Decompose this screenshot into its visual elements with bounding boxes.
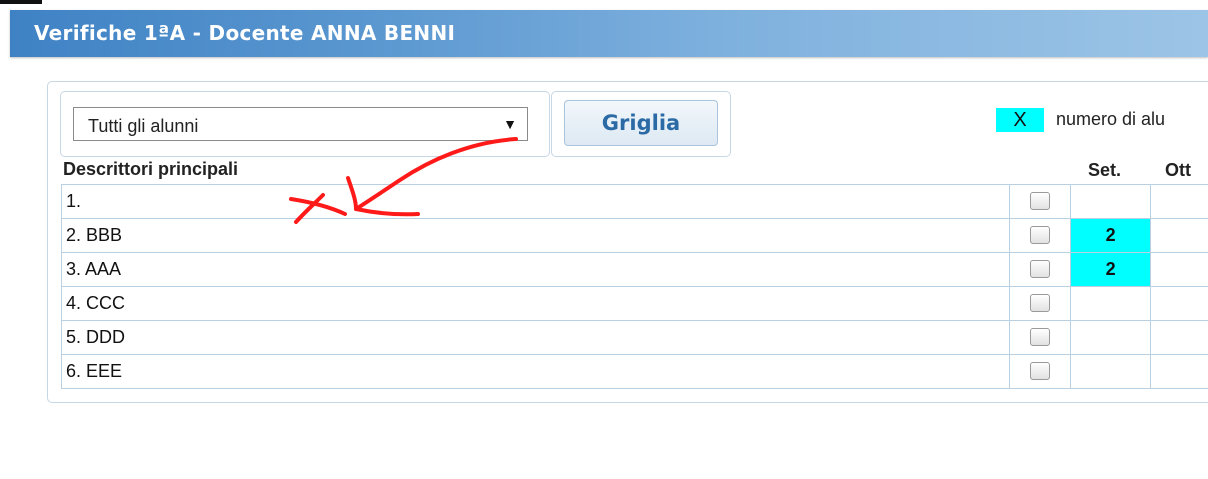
annotation-arrow-head [346,176,420,217]
annotation-arrow-shaft [354,137,518,211]
red-annotation [289,137,518,224]
